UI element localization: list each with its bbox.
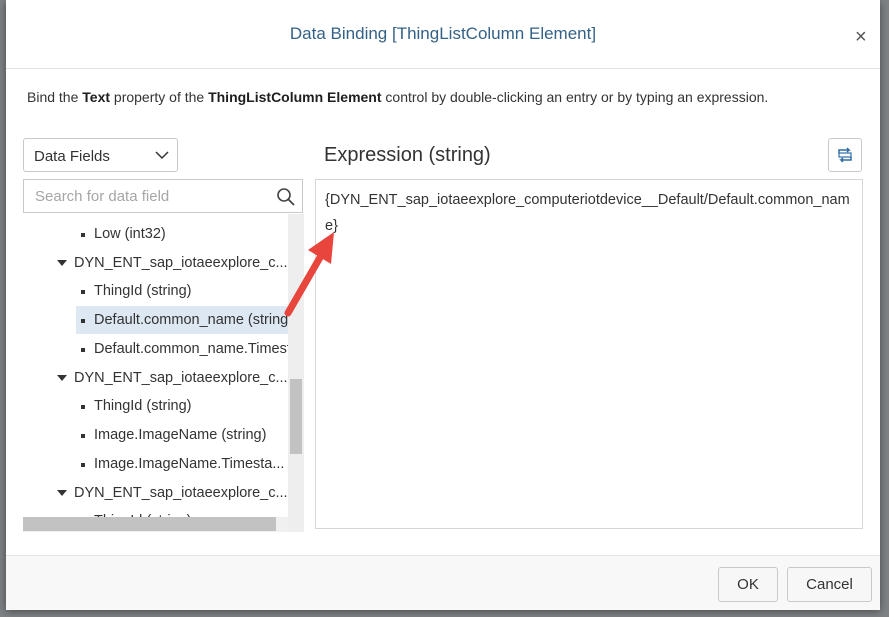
- tree-item[interactable]: Image.ImageName (string): [23, 421, 288, 449]
- tree-item[interactable]: Image.ImageName.Timesta...: [23, 450, 288, 478]
- tree-item[interactable]: Low (int32): [23, 220, 288, 248]
- tree-item-label: Default.common_name.Timestamp: [94, 341, 288, 357]
- tree-item[interactable]: Default.common_name.Timestamp: [23, 335, 288, 363]
- tree-group-label: DYN_ENT_sap_iotaeexplore_c...: [74, 370, 288, 386]
- cancel-button[interactable]: Cancel: [787, 567, 872, 602]
- tree-item-label: Image.ImageName (string): [94, 427, 267, 443]
- expression-title: Expression (string): [324, 144, 491, 166]
- tree-item[interactable]: ThingId (string): [23, 277, 288, 305]
- dialog-description: Bind the Text property of the ThingListC…: [27, 89, 768, 105]
- bullet-icon: [81, 463, 85, 467]
- dialog-footer: OK Cancel: [6, 555, 880, 610]
- tree-group[interactable]: DYN_ENT_sap_iotaeexplore_c...: [23, 364, 288, 392]
- description-control: ThingListColumn Element: [208, 89, 382, 105]
- caret-down-icon[interactable]: [57, 375, 67, 381]
- horizontal-scrollbar-thumb[interactable]: [23, 517, 276, 531]
- description-middle: property of the: [110, 89, 209, 105]
- tree-group[interactable]: DYN_ENT_sap_iotaeexplore_c...: [23, 479, 288, 507]
- description-suffix: control by double-clicking an entry or b…: [381, 89, 769, 105]
- bullet-icon: [81, 233, 85, 237]
- data-source-select[interactable]: Data Fields: [23, 138, 178, 172]
- description-property: Text: [82, 89, 111, 105]
- tree-item-label: Image.ImageName.Timesta...: [94, 456, 285, 472]
- expression-editor[interactable]: {DYN_ENT_sap_iotaeexplore_computeriotdev…: [315, 179, 863, 529]
- tree-item-selected[interactable]: Default.common_name (string): [76, 306, 288, 334]
- tree-item-label: Low (int32): [94, 226, 166, 242]
- tree-item-label: ThingId (string): [94, 283, 192, 299]
- tree-item-label: Default.common_name (string): [94, 312, 288, 328]
- refresh-icon: [838, 147, 852, 163]
- dialog-title: Data Binding [ThingListColumn Element]: [289, 24, 597, 43]
- data-source-select-value: Data Fields: [34, 148, 110, 165]
- data-field-tree: Low (int32) DYN_ENT_sap_iotaeexplore_c..…: [23, 214, 304, 532]
- caret-down-icon[interactable]: [57, 260, 67, 266]
- search-icon[interactable]: [276, 187, 296, 207]
- search-input[interactable]: [33, 187, 267, 206]
- dialog-header: Data Binding [ThingListColumn Element] ×: [6, 0, 880, 69]
- data-binding-dialog: Data Binding [ThingListColumn Element] ×…: [6, 0, 880, 610]
- refresh-button[interactable]: [828, 138, 862, 172]
- description-prefix: Bind the: [27, 89, 83, 105]
- annotation-arrow: [284, 232, 334, 317]
- bullet-icon: [81, 434, 85, 438]
- search-field[interactable]: [23, 179, 303, 213]
- bullet-icon: [81, 290, 85, 294]
- tree-group-label: DYN_ENT_sap_iotaeexplore_c...: [74, 255, 288, 271]
- bullet-icon: [81, 405, 85, 409]
- caret-down-icon[interactable]: [57, 490, 67, 496]
- bullet-icon: [81, 348, 85, 352]
- tree-item[interactable]: ThingId (string): [23, 392, 288, 420]
- tree-group-label: DYN_ENT_sap_iotaeexplore_c...: [74, 485, 288, 501]
- ok-button[interactable]: OK: [718, 567, 778, 602]
- expression-text[interactable]: {DYN_ENT_sap_iotaeexplore_computeriotdev…: [325, 187, 853, 239]
- chevron-down-icon: [155, 151, 169, 160]
- tree-item-label: ThingId (string): [94, 398, 192, 414]
- bullet-icon: [81, 319, 85, 323]
- tree-group[interactable]: DYN_ENT_sap_iotaeexplore_c...: [23, 249, 288, 277]
- vertical-scrollbar-thumb[interactable]: [290, 379, 302, 454]
- close-icon[interactable]: ×: [855, 26, 867, 49]
